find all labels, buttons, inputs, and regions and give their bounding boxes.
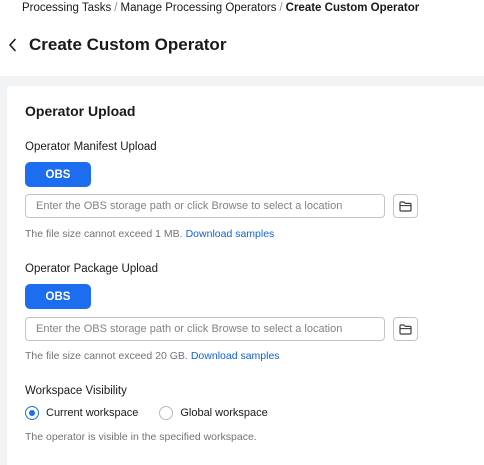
operator-upload-form: Operator Upload Operator Manifest Upload… — [7, 86, 484, 465]
folder-icon — [399, 323, 412, 335]
package-download-samples-link[interactable]: Download samples — [191, 350, 280, 362]
package-browse-button[interactable] — [393, 317, 418, 341]
package-upload-label: Operator Package Upload — [25, 263, 158, 275]
workspace-visibility-radio-group: Current workspace Global workspace — [25, 406, 289, 420]
radio-label: Current workspace — [46, 407, 139, 419]
manifest-download-samples-link[interactable]: Download samples — [186, 228, 275, 240]
manifest-size-hint-text: The file size cannot exceed 1 MB. — [25, 228, 183, 240]
visibility-hint: The operator is visible in the specified… — [25, 431, 257, 443]
breadcrumb-item-processing-tasks[interactable]: Processing Tasks — [22, 2, 111, 14]
manifest-browse-button[interactable] — [393, 194, 418, 218]
package-obs-button[interactable]: OBS — [25, 284, 91, 309]
workspace-visibility-label: Workspace Visibility — [25, 385, 127, 397]
breadcrumb-item-manage-operators[interactable]: Manage Processing Operators — [120, 2, 276, 14]
radio-button[interactable] — [25, 406, 39, 420]
manifest-path-input[interactable] — [25, 194, 385, 218]
radio-label: Global workspace — [180, 407, 268, 419]
breadcrumb-separator: / — [114, 2, 118, 14]
section-title: Operator Upload — [25, 103, 136, 119]
back-button[interactable] — [5, 37, 19, 53]
package-path-input[interactable] — [25, 317, 385, 341]
package-size-hint: The file size cannot exceed 20 GB. Downlo… — [25, 350, 280, 363]
package-size-hint-text: The file size cannot exceed 20 GB. — [25, 350, 188, 362]
radio-global-workspace[interactable]: Global workspace — [159, 406, 268, 420]
page-header: Processing Tasks / Manage Processing Opera… — [0, 0, 484, 76]
breadcrumb: Processing Tasks / Manage Processing Opera… — [22, 1, 419, 15]
breadcrumb-current: Create Custom Operator — [285, 2, 420, 14]
manifest-obs-button[interactable]: OBS — [25, 162, 91, 187]
manifest-size-hint: The file size cannot exceed 1 MB. Downloa… — [25, 228, 274, 241]
folder-icon — [399, 200, 412, 212]
chevron-left-icon — [8, 38, 16, 52]
breadcrumb-separator: / — [279, 2, 283, 14]
page-title: Create Custom Operator — [29, 35, 227, 54]
manifest-upload-label: Operator Manifest Upload — [25, 141, 157, 153]
radio-button[interactable] — [159, 406, 174, 420]
radio-current-workspace[interactable]: Current workspace — [25, 406, 138, 420]
